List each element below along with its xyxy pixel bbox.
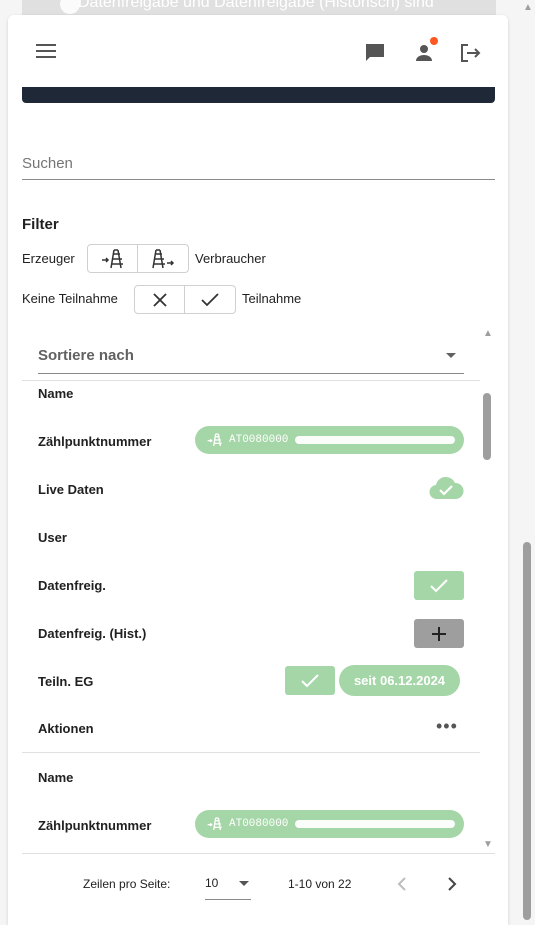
meter-number-chip[interactable]: AT0080000 (195, 426, 464, 454)
chevron-right-icon[interactable] (440, 872, 464, 896)
search-input[interactable] (22, 150, 495, 176)
data-release-label: Datenfreig. (38, 578, 106, 593)
more-horizontal-icon[interactable]: ••• (436, 716, 458, 737)
close-icon (152, 292, 167, 307)
participation-eg-button[interactable] (285, 666, 335, 695)
notification-dot (430, 37, 438, 45)
scroll-up-arrow-icon[interactable]: ▲ (523, 2, 533, 13)
power-tower-out-icon (152, 248, 175, 268)
live-data-label: Live Daten (38, 482, 104, 497)
info-icon (60, 0, 80, 14)
name-label: Name (38, 770, 74, 785)
name-label: Name (38, 386, 74, 401)
list-scroll-down-icon[interactable]: ▼ (483, 839, 493, 850)
main-card: Filter Erzeuger Verbraucher Keine Teilna… (8, 15, 508, 925)
power-tower-in-icon (207, 817, 222, 831)
consumer-label: Verbraucher (195, 251, 266, 266)
filter-title: Filter (22, 216, 59, 233)
cloud-check-icon[interactable] (428, 475, 464, 506)
data-release-hist-button[interactable] (414, 619, 464, 648)
list-scrollbar-thumb[interactable] (483, 393, 491, 460)
participation-on-toggle[interactable] (185, 286, 235, 313)
record-divider (22, 752, 480, 753)
sort-divider (22, 380, 480, 381)
app-bar (8, 15, 508, 87)
power-tower-in-icon (101, 248, 123, 268)
chevron-down-icon (446, 353, 456, 358)
redacted-mask (295, 436, 455, 444)
data-release-hist-label: Datenfreig. (Hist.) (38, 626, 147, 641)
banner-text: Datenfreigabe und Datenfreigabe (Histori… (78, 0, 434, 11)
chevron-left-icon[interactable] (390, 872, 414, 896)
participation-since-badge: seit 06.12.2024 (339, 665, 460, 696)
meter-number-label: Zählpunktnummer (38, 434, 152, 449)
sort-label: Sortiere nach (38, 347, 134, 364)
meter-number-value: AT0080000 (229, 818, 289, 830)
page-scrollbar-thumb[interactable] (523, 542, 531, 920)
rows-per-page-value: 10 (205, 876, 219, 890)
actions-label: Aktionen (38, 721, 94, 736)
participation-toggle (134, 285, 236, 314)
plus-icon (432, 626, 446, 641)
pager-divider (22, 853, 495, 854)
check-icon (301, 673, 319, 687)
producer-label: Erzeuger (22, 251, 75, 266)
no-participation-label: Keine Teilnahme (22, 291, 118, 306)
page-scrollbar[interactable]: ▲ (523, 0, 533, 925)
meter-number-chip[interactable]: AT0080000 (195, 810, 464, 838)
page-range: 1-10 von 22 (288, 877, 352, 891)
check-icon (430, 578, 448, 592)
consumer-toggle[interactable] (138, 245, 188, 272)
logout-icon[interactable] (458, 41, 482, 65)
search-field[interactable] (22, 150, 495, 180)
no-participation-toggle[interactable] (135, 286, 185, 313)
producer-consumer-toggle (87, 244, 189, 273)
chat-icon[interactable] (363, 41, 387, 65)
rows-per-page-select[interactable]: 10 (205, 870, 251, 900)
account-icon[interactable] (412, 37, 438, 65)
meter-number-label: Zählpunktnummer (38, 818, 152, 833)
meter-number-value: AT0080000 (229, 434, 289, 446)
power-tower-in-icon (207, 433, 222, 447)
participation-label: Teilnahme (242, 291, 302, 306)
header-strip (22, 87, 495, 103)
participation-eg-label: Teiln. EG (38, 674, 94, 689)
list-scroll-up-icon[interactable]: ▲ (483, 328, 493, 339)
data-release-button[interactable] (414, 571, 464, 600)
chevron-down-icon (239, 881, 249, 886)
user-label: User (38, 530, 67, 545)
hamburger-menu-icon[interactable] (36, 44, 56, 58)
sort-select[interactable]: Sortiere nach (38, 339, 464, 374)
check-icon (201, 292, 219, 306)
page: Datenfreigabe und Datenfreigabe (Histori… (0, 0, 535, 925)
redacted-mask (295, 820, 455, 828)
producer-toggle[interactable] (88, 245, 138, 272)
rows-per-page-label: Zeilen pro Seite: (83, 877, 171, 891)
